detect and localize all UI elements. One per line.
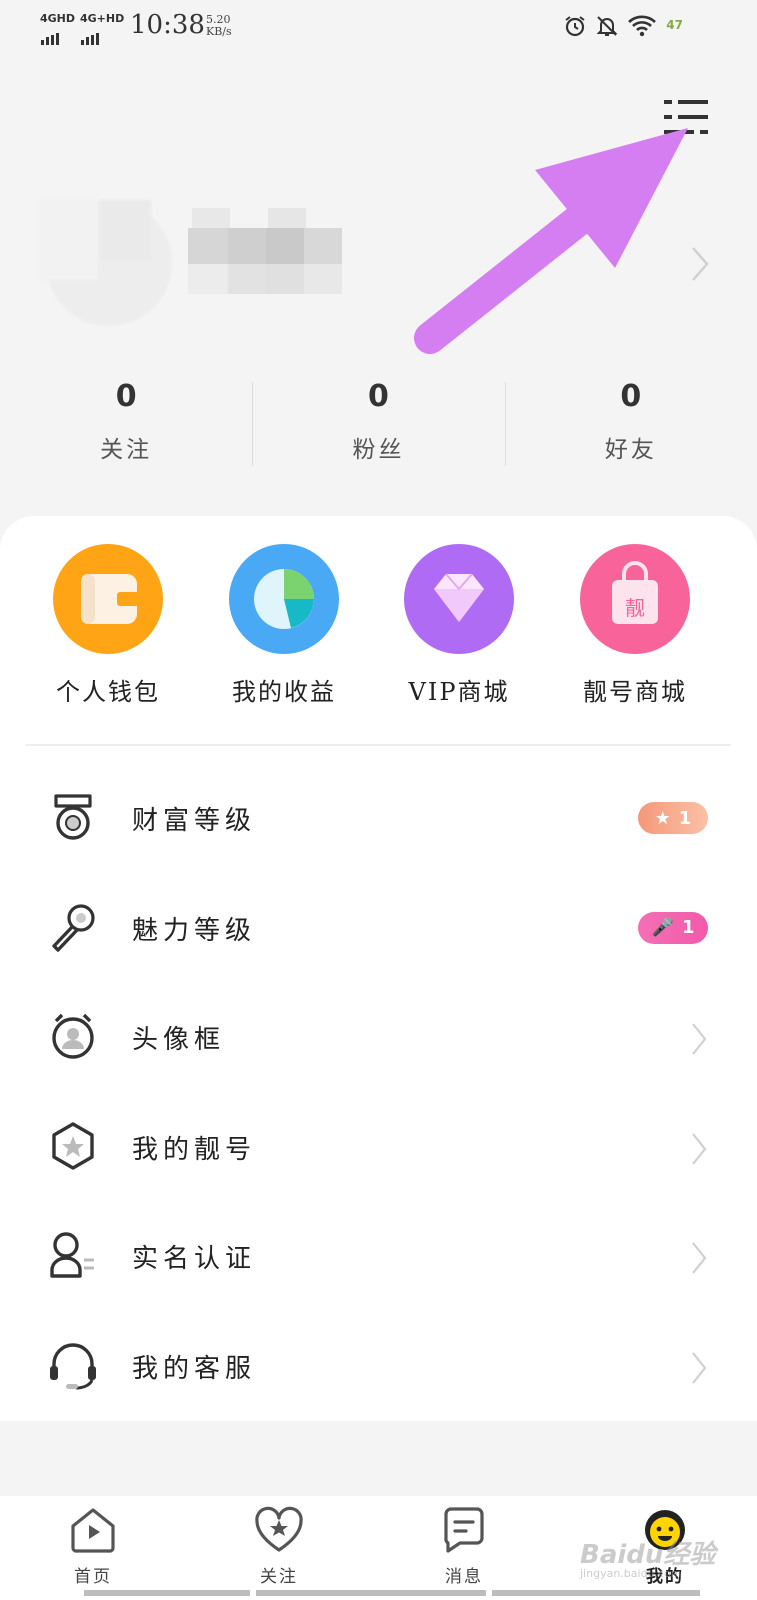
signal-icon	[81, 26, 101, 45]
stat-friends[interactable]: 0 好友	[504, 378, 757, 468]
stat-value: 0	[115, 379, 137, 414]
signal-icon	[41, 26, 61, 45]
nav-messages[interactable]: 消息	[404, 1506, 524, 1587]
nav-follow[interactable]: 关注	[219, 1506, 339, 1587]
nav-label: 首页	[74, 1567, 112, 1587]
chevron-right-icon	[692, 1023, 707, 1055]
watermark-main: Baidu经验	[580, 1540, 716, 1570]
wealth-level-badge: ★ 1	[638, 802, 708, 834]
shortcut-label: 我的收益	[232, 678, 336, 706]
shortcut-label: 个人钱包	[56, 678, 160, 706]
chevron-right-icon	[692, 1242, 707, 1274]
nav-label: 关注	[260, 1567, 298, 1587]
alarm-icon	[565, 16, 585, 37]
menu-list: 财富等级 ★ 1 魅力等级 🎤 1 头像框 我的靓号 实名认证 我的客服	[0, 762, 757, 1419]
charm-level-badge: 🎤 1	[638, 911, 708, 944]
gesture-bar	[256, 1590, 486, 1596]
menu-label: 我的客服	[132, 1353, 257, 1384]
shortcut-vip-store[interactable]: VIP商城	[384, 544, 534, 707]
shortcut-grid: 个人钱包 我的收益 VIP商城 靓 靓号商城	[0, 544, 757, 714]
battery-level: 47	[666, 18, 683, 32]
main-card: 个人钱包 我的收益 VIP商城 靓 靓号商城 财富等级 ★ 1 魅力等级 🎤 1…	[0, 516, 757, 1421]
stat-label: 粉丝	[352, 437, 405, 463]
wifi-icon	[628, 15, 656, 37]
divider	[25, 744, 731, 746]
clock: 10:38	[130, 10, 205, 40]
username-pixelated	[188, 208, 347, 302]
nav-label: 消息	[445, 1567, 483, 1587]
wallet-icon	[53, 544, 163, 654]
network-indicator-2: 4G+HD	[80, 12, 125, 25]
menu-item-customer-service[interactable]: 我的客服	[0, 1310, 757, 1420]
headset-icon	[50, 1342, 96, 1390]
heart-star-icon	[255, 1506, 303, 1552]
menu-item-id-verification[interactable]: 实名认证	[0, 1200, 757, 1310]
mute-bell-icon	[596, 16, 618, 36]
menu-label: 头像框	[132, 1025, 226, 1055]
stats-row: 0 关注 0 粉丝 0 好友	[0, 378, 757, 468]
profile-page: 4GHD 4G+HD 10:38 5.20 KB/s 47 0 关注 0 粉丝 …	[0, 0, 757, 1600]
shortcut-earnings[interactable]: 我的收益	[209, 544, 359, 707]
shortcut-wallet[interactable]: 个人钱包	[33, 544, 183, 707]
home-icon	[71, 1508, 115, 1553]
menu-label: 实名认证	[132, 1244, 257, 1274]
avatar-frame-icon	[52, 1013, 94, 1059]
shortcut-number-store[interactable]: 靓 靓号商城	[560, 544, 710, 707]
menu-item-wealth-level[interactable]: 财富等级 ★ 1	[0, 762, 757, 872]
stat-label: 好友	[604, 437, 657, 463]
network-indicator-1: 4GHD	[40, 12, 76, 25]
shopping-bag-icon: 靓	[580, 544, 690, 654]
chevron-right-icon	[692, 1132, 707, 1165]
menu-label: 魅力等级	[132, 915, 257, 946]
star-hexagon-icon	[52, 1121, 94, 1170]
chevron-right-icon	[692, 1351, 707, 1384]
diamond-icon	[404, 544, 514, 654]
baidu-watermark: Baidu经验 jingyan.baidu.com	[580, 1534, 715, 1580]
gesture-bar	[84, 1590, 250, 1596]
id-verify-icon	[50, 1232, 94, 1278]
stat-following[interactable]: 0 关注	[0, 378, 252, 468]
pie-chart-icon	[229, 544, 339, 654]
annotation-arrow	[414, 128, 688, 354]
menu-item-avatar-frame[interactable]: 头像框	[0, 981, 757, 1091]
star-icon: ★	[654, 807, 671, 829]
status-icons	[563, 14, 657, 38]
stat-value: 0	[620, 379, 642, 414]
menu-item-my-number[interactable]: 我的靓号	[0, 1091, 757, 1201]
shortcut-label: 靓号商城	[583, 678, 687, 706]
medal-icon	[54, 794, 92, 840]
shortcut-label: VIP商城	[408, 678, 510, 706]
bag-text: 靓	[625, 596, 645, 620]
stat-label: 关注	[100, 437, 153, 463]
nav-home[interactable]: 首页	[33, 1506, 153, 1587]
status-bar: 4GHD 4G+HD 10:38 5.20 KB/s 47	[0, 0, 757, 56]
badge-value: 1	[681, 917, 695, 938]
speed-unit: KB/s	[206, 25, 232, 38]
stat-fans[interactable]: 0 粉丝	[252, 378, 504, 468]
menu-label: 我的靓号	[132, 1134, 257, 1165]
badge-value: 1	[678, 807, 692, 829]
network-speed: 5.20 KB/s	[206, 14, 232, 38]
stat-value: 0	[368, 379, 389, 414]
gesture-bar	[492, 1590, 700, 1596]
avatar[interactable]	[38, 200, 172, 326]
menu-item-charm-level[interactable]: 魅力等级 🎤 1	[0, 872, 757, 982]
message-icon	[444, 1507, 484, 1553]
microphone-icon	[52, 903, 95, 952]
microphone-icon: 🎤	[651, 917, 674, 938]
menu-label: 财富等级	[132, 806, 257, 836]
